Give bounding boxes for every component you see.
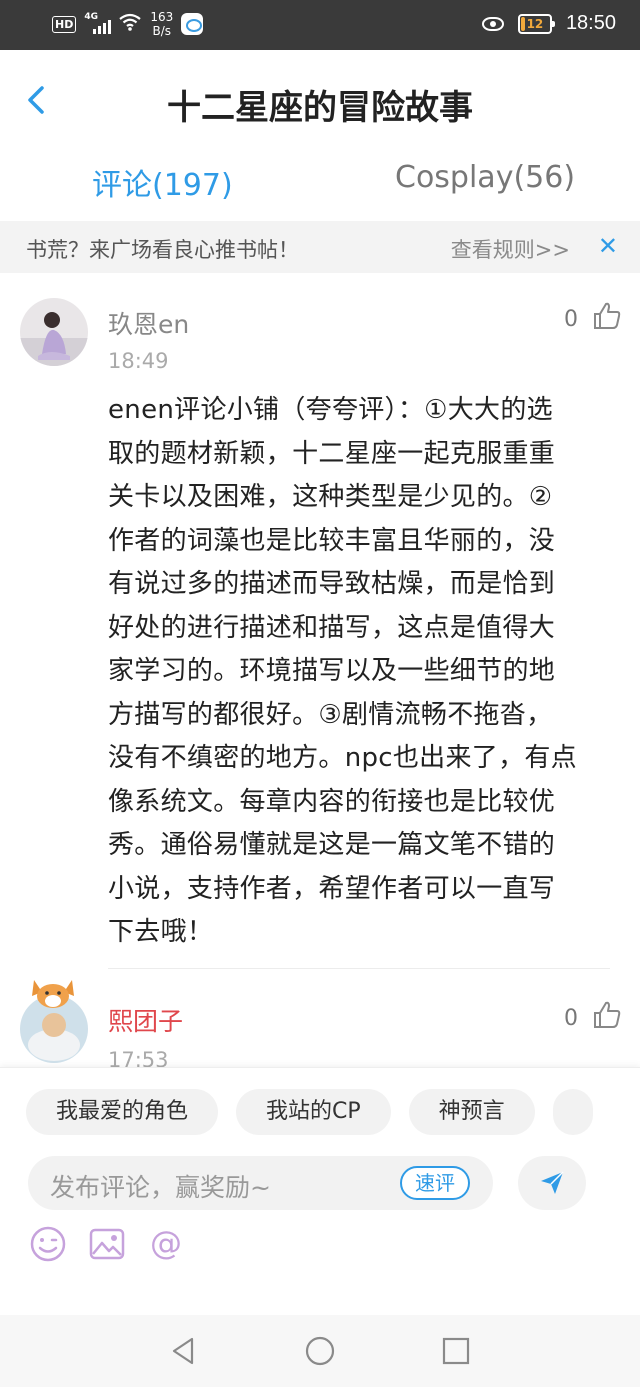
status-bar: HD 4G 163 B/s 12 18:50 xyxy=(0,0,640,50)
emoji-icon[interactable] xyxy=(28,1224,68,1264)
clock: 18:50 xyxy=(565,12,616,34)
promo-banner: 书荒？来广场看良心推书帖！ 查看规则>> ✕ xyxy=(0,221,640,273)
comment-text: enen评论小铺（夸夸评）：①大大的选 取的题材新颖，十二星座一起克服重重 关卡… xyxy=(108,395,577,947)
mention-icon[interactable]: @ xyxy=(146,1224,186,1264)
signal-icon: 4G xyxy=(84,12,112,34)
header: 十二星座的冒险故事 xyxy=(0,50,640,150)
tab-bar: 评论(197) Cosplay(56) xyxy=(0,150,640,220)
avatar-frame-corgi-icon xyxy=(28,976,78,1010)
input-placeholder: 发布评论，赢奖励~ xyxy=(50,1173,271,1202)
wifi-icon xyxy=(118,12,142,36)
divider xyxy=(108,968,610,969)
like-count: 0 xyxy=(564,1006,578,1031)
send-button[interactable] xyxy=(518,1156,586,1210)
image-icon[interactable] xyxy=(87,1224,127,1264)
comment-input[interactable]: 发布评论，赢奖励~ 速评 xyxy=(28,1156,493,1210)
chip-more[interactable] xyxy=(552,1089,593,1135)
comment-username[interactable]: 熙团子 xyxy=(108,1002,183,1038)
view-rules-link[interactable]: 查看规则>> xyxy=(451,234,570,264)
comment-time: 17:53 xyxy=(108,1048,169,1067)
nav-back-icon[interactable] xyxy=(168,1335,200,1367)
eye-comfort-icon xyxy=(481,16,504,31)
send-icon xyxy=(541,1171,564,1194)
hd-indicator: HD xyxy=(52,15,77,33)
quick-review-button[interactable]: 速评 xyxy=(400,1166,470,1200)
comment-username[interactable]: 玖恩en xyxy=(108,305,189,341)
comment-item: 玖恩en 18:49 0 enen评论小铺（夸夸评）：①大大的选 取的题材新颖，… xyxy=(0,273,640,969)
chip-favorite-character[interactable]: 我最爱的角色 xyxy=(26,1089,219,1135)
chip-my-cp[interactable]: 我站的CP xyxy=(236,1089,391,1135)
system-navigation-bar xyxy=(0,1315,640,1387)
tab-cosplay[interactable]: Cosplay(56) xyxy=(395,160,575,195)
tab-comments[interactable]: 评论(197) xyxy=(92,160,233,204)
comment-item: 熙团子 17:53 0 xyxy=(0,970,640,1067)
chip-prediction[interactable]: 神预言 xyxy=(408,1089,535,1135)
svg-text:@: @ xyxy=(150,1224,182,1262)
banner-text: 书荒？来广场看良心推书帖！ xyxy=(26,238,299,262)
network-speed: 163 B/s xyxy=(150,10,174,38)
thumbs-up-icon[interactable] xyxy=(592,301,622,331)
avatar[interactable] xyxy=(20,298,88,366)
nav-home-icon[interactable] xyxy=(304,1335,336,1367)
app-notification-icon xyxy=(181,13,204,35)
battery-icon: 12 xyxy=(517,13,555,34)
like-count: 0 xyxy=(564,307,578,332)
comment-input-panel: 我最爱的角色 我站的CP 神预言 发布评论，赢奖励~ 速评 @ xyxy=(0,1067,640,1315)
thumbs-up-icon[interactable] xyxy=(592,1000,622,1030)
nav-recents-icon[interactable] xyxy=(440,1335,472,1367)
comment-time: 18:49 xyxy=(108,349,169,373)
close-icon[interactable]: ✕ xyxy=(598,232,618,260)
topic-chips: 我最爱的角色 我站的CP 神预言 xyxy=(26,1089,593,1135)
page-title: 十二星座的冒险故事 xyxy=(167,88,473,128)
battery-level: 12 xyxy=(526,16,544,31)
